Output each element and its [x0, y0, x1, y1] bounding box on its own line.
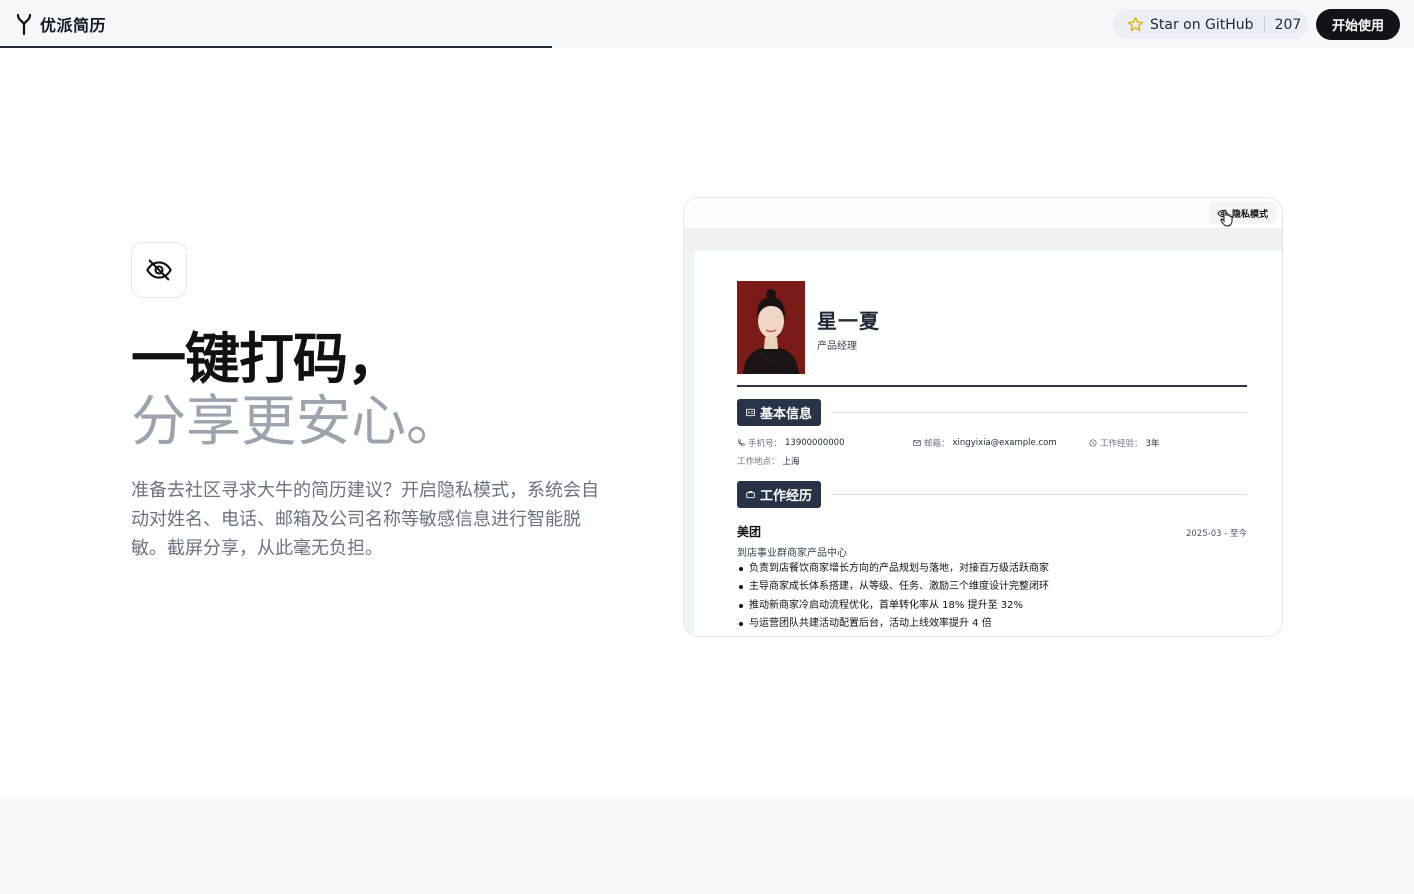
scroll-progress-bar	[0, 46, 552, 48]
section-title: 基本信息	[760, 407, 813, 422]
phone-label: 手机号：	[748, 439, 783, 449]
phone-icon	[738, 439, 745, 446]
experience-row: 工作经验： 3年	[1089, 437, 1159, 449]
eye-off-icon	[146, 259, 172, 281]
resume-preview-card: 隐私模式 星一夏 产品经理 基本信息 手机号： 13900000000 邮箱： …	[683, 197, 1283, 637]
location-row: 工作地点： 上海	[737, 455, 800, 467]
preview-toolbar: 隐私模式	[684, 198, 1282, 229]
id-card-icon	[746, 408, 755, 417]
github-star-count: 207	[1274, 16, 1302, 33]
email-value: xingyixia@example.com	[952, 438, 1057, 448]
section-line	[832, 494, 1247, 495]
brand-name: 优派简历	[40, 16, 107, 35]
location-value: 上海	[782, 457, 800, 467]
experience-label: 工作经验：	[1100, 439, 1143, 449]
feature-description: 准备去社区寻求大牛的简历建议？开启隐私模式，系统会自动对姓名、电话、邮箱及公司名…	[131, 480, 599, 559]
headline-primary: 一键打码，	[131, 327, 402, 391]
privacy-mode-label: 隐私模式	[1231, 209, 1268, 220]
feature-icon-box	[131, 242, 187, 298]
next-section-band	[0, 797, 1414, 894]
phone-value: 13900000000	[785, 438, 845, 448]
star-icon	[1128, 17, 1143, 32]
location-label: 工作地点：	[737, 457, 780, 467]
section-work: 工作经历	[737, 481, 1247, 508]
phone-row: 手机号： 13900000000	[737, 437, 845, 449]
section-basic-info: 基本信息	[737, 399, 1247, 426]
work-period: 2025-03 - 至今	[1186, 529, 1247, 539]
list-item: 主导商家成长体系搭建，从等级、任务、激励三个维度设计完整闭环	[737, 578, 1247, 596]
clock-icon	[1089, 439, 1097, 447]
hand-cursor-icon	[1220, 209, 1233, 227]
email-row: 邮箱： xingyixia@example.com	[913, 437, 1057, 449]
section-title: 工作经历	[760, 489, 813, 504]
resume-document: 星一夏 产品经理 基本信息 手机号： 13900000000 邮箱： xingy…	[694, 251, 1282, 636]
list-item: 负责到店餐饮商家增长方向的产品规划与落地，对接百万级活跃商家	[737, 560, 1247, 578]
resume-photo	[737, 281, 805, 374]
resume-name: 星一夏	[817, 309, 880, 333]
section-tag: 工作经历	[737, 481, 822, 508]
section-line	[832, 412, 1247, 413]
brand-logo-icon	[16, 13, 32, 35]
github-label: Star on GitHub	[1150, 16, 1254, 33]
list-item: 推动新商家冷启动流程优化，首单转化率从 18% 提升至 32%	[737, 597, 1247, 615]
list-item: 与运营团队共建活动配置后台，活动上线效率提升 4 倍	[737, 615, 1247, 633]
preview-margin	[684, 251, 694, 636]
email-label: 邮箱：	[924, 439, 950, 449]
top-nav: 优派简历 Star on GitHub 207 开始使用	[0, 0, 1414, 48]
divider	[1263, 16, 1265, 33]
resume-role: 产品经理	[817, 341, 857, 352]
preview-gap	[684, 229, 1282, 251]
mail-icon	[913, 440, 921, 446]
start-button[interactable]: 开始使用	[1316, 9, 1400, 40]
header-divider	[737, 385, 1247, 387]
experience-value: 3年	[1145, 439, 1160, 449]
work-bullets: 负责到店餐饮商家增长方向的产品规划与落地，对接百万级活跃商家 主导商家成长体系搭…	[737, 560, 1247, 633]
brand[interactable]: 优派简历	[14, 12, 106, 36]
headline-secondary: 分享更安心。	[131, 389, 462, 453]
section-tag: 基本信息	[737, 399, 822, 426]
department: 到店事业群商家产品中心	[737, 548, 847, 559]
company-name: 美团	[737, 525, 762, 539]
github-star-button[interactable]: Star on GitHub 207	[1113, 10, 1308, 39]
briefcase-icon	[746, 490, 755, 499]
